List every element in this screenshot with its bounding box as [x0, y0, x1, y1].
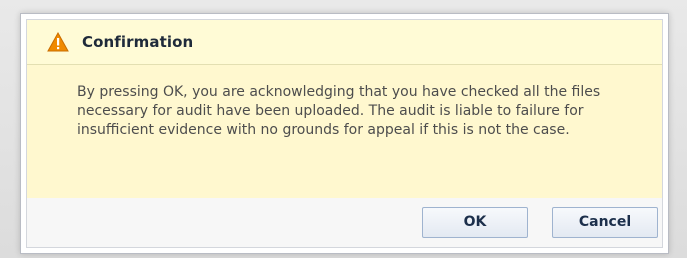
ok-button[interactable]: OK — [422, 207, 528, 238]
cancel-button[interactable]: Cancel — [552, 207, 658, 238]
warning-icon — [47, 32, 69, 52]
dialog-message: By pressing OK, you are acknowledging th… — [77, 84, 601, 138]
confirmation-dialog: Confirmation By pressing OK, you are ack… — [20, 13, 669, 254]
dialog-body: By pressing OK, you are acknowledging th… — [27, 65, 662, 206]
dialog-frame: Confirmation By pressing OK, you are ack… — [26, 19, 663, 248]
dialog-header: Confirmation — [27, 20, 662, 65]
dialog-footer: OK Cancel — [27, 198, 662, 247]
dialog-title: Confirmation — [82, 33, 194, 51]
